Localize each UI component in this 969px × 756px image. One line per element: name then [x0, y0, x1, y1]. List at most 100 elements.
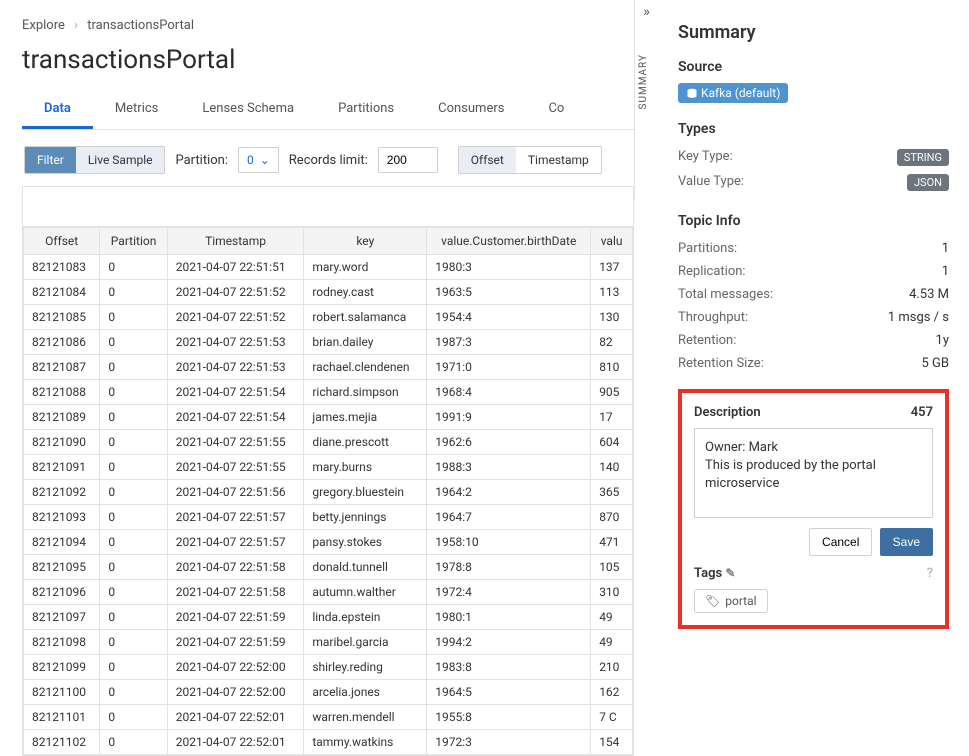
table-cell: 82121096 [24, 580, 100, 605]
table-cell: 130 [591, 305, 633, 330]
table-row[interactable]: 8212108902021-04-07 22:51:54james.mejia1… [24, 405, 633, 430]
table-cell: betty.jennings [304, 505, 427, 530]
table-cell: 154 [591, 730, 633, 755]
table-row[interactable]: 8212109902021-04-07 22:52:00shirley.redi… [24, 655, 633, 680]
tab-lenses-schema[interactable]: Lenses Schema [180, 91, 316, 129]
table-cell: 1968:4 [427, 380, 591, 405]
column-header[interactable]: Offset [24, 228, 100, 255]
table-cell: 2021-04-07 22:51:58 [167, 555, 304, 580]
chevron-down-icon: ⌄ [260, 153, 270, 167]
tag-item[interactable]: 🏷 portal [694, 589, 768, 613]
table-cell: 0 [100, 330, 167, 355]
table-cell: 82121084 [24, 280, 100, 305]
table-cell: 17 [591, 405, 633, 430]
live-sample-button[interactable]: Live Sample [76, 147, 165, 173]
table-cell: 2021-04-07 22:51:52 [167, 280, 304, 305]
column-header[interactable]: Timestamp [167, 228, 304, 255]
table-row[interactable]: 8212108502021-04-07 22:51:52robert.salam… [24, 305, 633, 330]
table-cell: 1991:9 [427, 405, 591, 430]
column-header[interactable]: valu [591, 228, 633, 255]
column-header[interactable]: key [304, 228, 427, 255]
info-value: 5 GB [922, 356, 950, 371]
table-cell: 2021-04-07 22:51:53 [167, 330, 304, 355]
table-cell: 82 [591, 330, 633, 355]
table-cell: 210 [591, 655, 633, 680]
table-cell: pansy.stokes [304, 530, 427, 555]
timestamp-button[interactable]: Timestamp [516, 147, 601, 173]
table-row[interactable]: 8212109102021-04-07 22:51:55mary.burns19… [24, 455, 633, 480]
table-cell: 82121088 [24, 380, 100, 405]
cancel-button[interactable]: Cancel [809, 528, 872, 556]
table-toolbar [23, 187, 633, 227]
table-cell: 82121098 [24, 630, 100, 655]
table-cell: rachael.clendenen [304, 355, 427, 380]
tab-metrics[interactable]: Metrics [93, 91, 181, 129]
edit-icon[interactable]: ✎ [725, 566, 735, 580]
table-row[interactable]: 8212109302021-04-07 22:51:57betty.jennin… [24, 505, 633, 530]
tab-consumers[interactable]: Consumers [416, 91, 526, 129]
table-cell: mary.burns [304, 455, 427, 480]
table-row[interactable]: 8212109502021-04-07 22:51:58donald.tunne… [24, 555, 633, 580]
table-cell: 82121101 [24, 705, 100, 730]
table-cell: donald.tunnell [304, 555, 427, 580]
table-cell: 2021-04-07 22:52:00 [167, 680, 304, 705]
table-row[interactable]: 8212108802021-04-07 22:51:54richard.simp… [24, 380, 633, 405]
topic-info-row: Retention Size:5 GB [678, 352, 949, 375]
table-row[interactable]: 8212110002021-04-07 22:52:00arcelia.jone… [24, 680, 633, 705]
table-cell: 1994:2 [427, 630, 591, 655]
description-textarea[interactable]: Owner: Mark This is produced by the port… [694, 428, 933, 518]
collapse-icon[interactable]: » [635, 0, 658, 24]
table-cell: 82121087 [24, 355, 100, 380]
table-row[interactable]: 8212108702021-04-07 22:51:53rachael.clen… [24, 355, 633, 380]
table-cell: 137 [591, 255, 633, 280]
partition-value: 0 [247, 153, 254, 167]
breadcrumb-root[interactable]: Explore [22, 18, 65, 33]
table-cell: 1963:5 [427, 280, 591, 305]
table-cell: 82121095 [24, 555, 100, 580]
table-cell: 1962:6 [427, 430, 591, 455]
table-cell: arcelia.jones [304, 680, 427, 705]
table-cell: 2021-04-07 22:52:01 [167, 730, 304, 755]
table-row[interactable]: 8212109002021-04-07 22:51:55diane.presco… [24, 430, 633, 455]
tab-partitions[interactable]: Partitions [316, 91, 416, 129]
filter-button[interactable]: Filter [25, 147, 76, 173]
topic-info-row: Throughput:1 msgs / s [678, 306, 949, 329]
table-cell: 82121092 [24, 480, 100, 505]
help-icon[interactable]: ? [927, 566, 933, 581]
records-input[interactable] [378, 147, 438, 173]
table-cell: 49 [591, 605, 633, 630]
table-row[interactable]: 8212110202021-04-07 22:52:01tammy.watkin… [24, 730, 633, 755]
table-row[interactable]: 8212108602021-04-07 22:51:53brian.dailey… [24, 330, 633, 355]
table-row[interactable]: 8212109602021-04-07 22:51:58autumn.walth… [24, 580, 633, 605]
table-cell: 1955:8 [427, 705, 591, 730]
save-button[interactable]: Save [880, 528, 933, 556]
tab-more[interactable]: Co [526, 91, 586, 129]
tab-data[interactable]: Data [22, 91, 93, 129]
offset-button[interactable]: Offset [459, 147, 516, 173]
table-cell: 310 [591, 580, 633, 605]
table-cell: 0 [100, 380, 167, 405]
table-row[interactable]: 8212109202021-04-07 22:51:56gregory.blue… [24, 480, 633, 505]
table-row[interactable]: 8212109402021-04-07 22:51:57pansy.stokes… [24, 530, 633, 555]
table-row[interactable]: 8212110102021-04-07 22:52:01warren.mende… [24, 705, 633, 730]
tag-text: portal [725, 594, 756, 608]
table-cell: 0 [100, 280, 167, 305]
table-row[interactable]: 8212108302021-04-07 22:51:51mary.word198… [24, 255, 633, 280]
table-cell: rodney.cast [304, 280, 427, 305]
table-row[interactable]: 8212109702021-04-07 22:51:59linda.epstei… [24, 605, 633, 630]
column-header[interactable]: value.Customer.birthDate [427, 228, 591, 255]
table-cell: 82121102 [24, 730, 100, 755]
table-cell: shirley.reding [304, 655, 427, 680]
column-header[interactable]: Partition [100, 228, 167, 255]
table-cell: 105 [591, 555, 633, 580]
partition-select[interactable]: 0 ⌄ [238, 147, 279, 173]
summary-title: Summary [678, 22, 949, 43]
table-cell: robert.salamanca [304, 305, 427, 330]
table-row[interactable]: 8212108402021-04-07 22:51:52rodney.cast1… [24, 280, 633, 305]
table-cell: 82121099 [24, 655, 100, 680]
table-cell: 2021-04-07 22:52:00 [167, 655, 304, 680]
table-cell: 7 C [591, 705, 633, 730]
table-cell: 2021-04-07 22:51:55 [167, 430, 304, 455]
table-row[interactable]: 8212109802021-04-07 22:51:59maribel.garc… [24, 630, 633, 655]
description-label: Description [694, 405, 761, 420]
